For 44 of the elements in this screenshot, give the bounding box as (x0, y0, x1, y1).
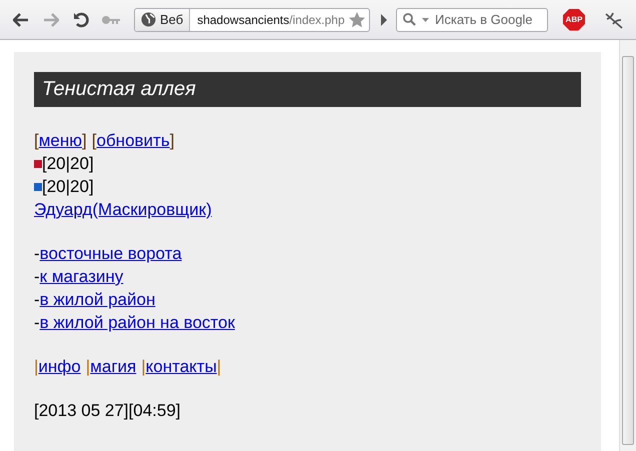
caret-icon (422, 18, 429, 22)
bracket: ] (82, 130, 87, 152)
gauge-reading: [20|20] (42, 176, 94, 198)
scrollbar-thumb[interactable] (622, 56, 634, 445)
exit-link[interactable]: в жилой район (40, 288, 156, 311)
address-bar[interactable]: Веб shadowsancients/index.php (134, 8, 370, 32)
exit-link[interactable]: восточные ворота (40, 242, 182, 265)
dash: - (34, 312, 40, 334)
reload-icon (73, 12, 89, 28)
back-arrow-icon (13, 12, 29, 26)
footer-link[interactable]: инфо (38, 355, 81, 378)
footer-link[interactable]: магия (90, 355, 136, 378)
scrollbar[interactable] (619, 40, 636, 451)
site-info-chip[interactable]: Веб (135, 8, 190, 30)
date-time: [2013 05 27][04:59] (34, 400, 181, 422)
separator: | (86, 356, 90, 378)
exit-link[interactable]: в жилой район на восток (40, 311, 235, 334)
star-icon[interactable] (349, 12, 365, 28)
gauge-reading: [20|20] (42, 153, 94, 175)
dash: - (34, 289, 40, 311)
separator: | (141, 356, 146, 378)
bracket: ] (170, 130, 174, 152)
exit-link[interactable]: к магазину (40, 265, 124, 288)
location-title: Тенистая аллея (34, 72, 581, 107)
scheme-label: Веб (160, 12, 184, 27)
menu-link[interactable]: обновить (96, 129, 170, 152)
dash: - (34, 243, 40, 265)
footer-link[interactable]: контакты (146, 355, 217, 378)
separator: | (34, 356, 38, 378)
adblock-button[interactable]: ABP (563, 8, 585, 30)
globe-icon (141, 12, 156, 27)
search-box[interactable]: Искать в Google (396, 8, 548, 32)
chevron-icon[interactable] (380, 14, 388, 26)
forward-arrow-icon (43, 12, 59, 26)
dash: - (34, 266, 40, 288)
menu-link[interactable]: меню (38, 129, 82, 152)
bracket: [ (92, 130, 96, 152)
search-input[interactable]: Искать в Google (435, 12, 535, 27)
separator: | (216, 356, 222, 378)
bracket: [ (34, 130, 39, 152)
search-icon (403, 13, 416, 26)
url-text: shadowsancients/index.php (196, 12, 346, 26)
player-link[interactable]: Эдуард(Маскировщик) (34, 198, 212, 221)
key-icon (101, 14, 121, 24)
